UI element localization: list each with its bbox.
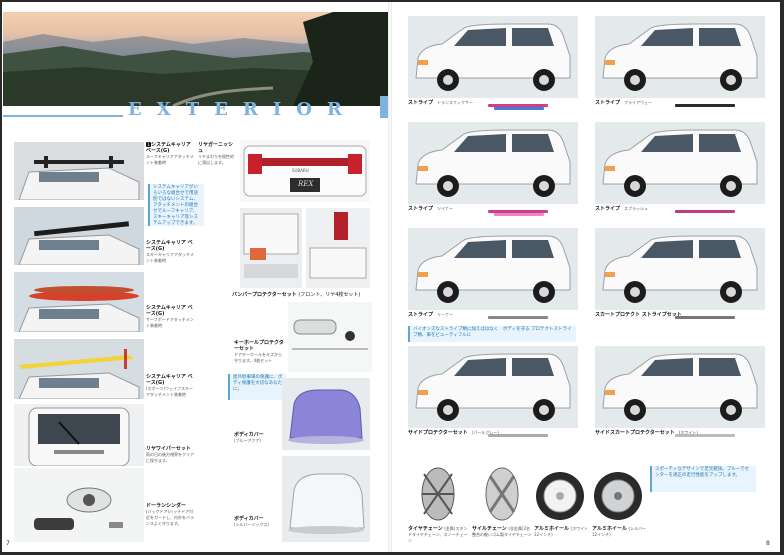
caption-carrier-1: 1システムキャリア ベース(G) ルーフキャリアアタッチメント装着時 bbox=[146, 142, 194, 165]
stripe-car-photo bbox=[595, 228, 765, 310]
carrier-photo-1 bbox=[14, 142, 144, 200]
title-letter: R bbox=[242, 98, 259, 120]
caption-sub: トランスフィクサー bbox=[437, 100, 473, 105]
caption-stripe-car: ストライプ ツイナー bbox=[408, 206, 578, 212]
caption-wheel-2: サイルチェーン (非金属)2名整合の軽いゴム製タイヤチェーン bbox=[472, 526, 532, 537]
caption-stripe-car: サイドスカートプロテクターセット (ホワイト) bbox=[595, 430, 765, 436]
title-letter: T bbox=[185, 98, 201, 120]
title-letter: E bbox=[128, 98, 143, 120]
carrier-photo-2 bbox=[14, 207, 144, 265]
caption-carrier-2: システムキャリア ベース(G) スキーキャリアアタッチメント装着時 bbox=[146, 240, 194, 263]
stripe-car-photo bbox=[595, 346, 765, 428]
stripe-sample bbox=[494, 107, 544, 110]
caption-door-guard: ドーランシンダー (バックドア)ハッチドア付近をガードし、内外をバランスよく守りま… bbox=[146, 503, 194, 526]
caption-rear-garnish: リヤガーニッシュ リヤまわりを個性的に演出します。 bbox=[198, 142, 234, 165]
stripe-car-photo bbox=[408, 16, 578, 98]
caption-sub: フライアウェー bbox=[624, 100, 653, 105]
caption-bumper: バンパープロテクターセット (フロント、リヤ4枚セット) bbox=[232, 292, 361, 298]
stripe-car-photo bbox=[408, 346, 578, 428]
page-number-right: 8 bbox=[766, 540, 770, 547]
caption-wheel-1: タイヤチェーン (金属)スタンドタイヤチェーン、スノーチェーン bbox=[408, 526, 468, 543]
tire-chain-metal-photo bbox=[410, 464, 466, 524]
title-letter: O bbox=[296, 98, 313, 120]
caption-stripe-car: スカートプロテクト ストライプセット bbox=[595, 312, 765, 318]
stripe-car-photo bbox=[595, 16, 765, 98]
caption-label: ストライプ bbox=[408, 206, 434, 212]
section-title: E X T E R I O R bbox=[128, 96, 343, 122]
caption-stripe-car: ストライプ リーナー bbox=[408, 312, 578, 318]
caption-sub: スプラッシュ bbox=[624, 206, 649, 211]
bumper-photo-1 bbox=[240, 208, 302, 288]
caption-carrier-4: システムキャリア ベース(G) (スポーツ)ウェイブスキーアタッチメント装着時 bbox=[146, 374, 194, 397]
caption-label: スカートプロテクト ストライプセット bbox=[595, 312, 682, 318]
caption-stripe-car: ストライプ フライアウェー bbox=[595, 100, 765, 106]
stripe-car-photo bbox=[595, 122, 765, 204]
rear-garnish-photo: REX SUBARU bbox=[240, 140, 370, 202]
wheel-note: スポーティなデザインで足元軽快。ブルーでセンターを適正の走行性能をアップします。 bbox=[650, 466, 756, 492]
landscape-hero-photo bbox=[3, 12, 388, 106]
caption-label: ストライプ bbox=[595, 206, 621, 212]
caption-sub: ツイナー bbox=[437, 206, 453, 211]
page-gutter bbox=[388, 2, 392, 552]
carrier-note: システムキャリアがいろいろな組合せで用途別ではないシステム、アタッチメントの組合… bbox=[148, 184, 204, 226]
rear-wiper-photo bbox=[14, 404, 144, 466]
stripe-car-photo bbox=[408, 122, 578, 204]
cover-note: 屋外駐車場の保護に、ボディ保護を大切なあなたに。 bbox=[228, 374, 286, 400]
caption-stripe-car: サイドプロテクターセット (パールグレー) bbox=[408, 430, 578, 436]
page-number-left: 7 bbox=[6, 540, 10, 547]
caption-carrier-3: システムキャリア ベース(G) サーフボードアタッチメント装着時 bbox=[146, 305, 194, 328]
bumper-photo-2 bbox=[306, 208, 370, 288]
alloy-wheel-silver-photo bbox=[590, 468, 646, 524]
keyhole-photo bbox=[288, 302, 372, 372]
door-handle-photo bbox=[14, 468, 144, 542]
caption-sub: (パールグレー) bbox=[471, 430, 499, 435]
caption-cover-blue: ボディカバー (ブルーアクア) bbox=[234, 432, 264, 443]
tire-chain-rubber-photo bbox=[474, 464, 530, 524]
alloy-wheel-white-photo bbox=[532, 468, 588, 524]
caption-label: ストライプ bbox=[595, 100, 621, 106]
caption-wheel-3: アルミホイール (ホワイト12インチ) bbox=[534, 526, 589, 537]
caption-label: ストライプ bbox=[408, 100, 434, 106]
caption-stripe-car: ストライプ スプラッシュ bbox=[595, 206, 765, 212]
rex-badge: REX bbox=[298, 180, 314, 188]
body-cover-blue-photo bbox=[282, 378, 370, 450]
caption-label: サイドプロテクターセット bbox=[408, 430, 468, 436]
title-letter: X bbox=[156, 98, 172, 120]
subaru-badge: SUBARU bbox=[292, 168, 309, 173]
caption-sub: リーナー bbox=[437, 312, 454, 317]
title-rule-end bbox=[380, 96, 388, 118]
stripe-sample bbox=[494, 213, 544, 216]
caption-keyhole: キーホールプロテクターセット ドアキーホールをキズから守ります。4枚セット bbox=[234, 340, 284, 363]
caption-rear-wiper: リヤワイパーセット 雨の日の後方視界をクリアに保ちます。 bbox=[146, 446, 194, 463]
caption-label: ストライプ bbox=[408, 312, 434, 318]
title-letter: I bbox=[272, 98, 283, 120]
caption-label: サイドスカートプロテクターセット bbox=[595, 430, 675, 436]
carrier-photo-3 bbox=[14, 272, 144, 332]
title-letter: E bbox=[214, 98, 229, 120]
caption-wheel-4: アルミホイール (シルバー12インチ) bbox=[592, 526, 647, 537]
caption-cover-silver: ボディカバー (シルバーミックス) bbox=[234, 516, 270, 527]
body-cover-silver-photo bbox=[282, 456, 370, 542]
title-letter: R bbox=[326, 98, 343, 120]
stripe-note: バイオンズなストライプ類に加えばはなく ボディを守る プロテクトストライプ類、車… bbox=[408, 326, 576, 342]
title-rule bbox=[3, 115, 123, 117]
stripe-car-photo bbox=[408, 228, 578, 310]
caption-sub: (ホワイト) bbox=[678, 430, 698, 435]
carrier-photo-4 bbox=[14, 339, 144, 399]
caption-stripe-car: ストライプ トランスフィクサー bbox=[408, 100, 578, 106]
